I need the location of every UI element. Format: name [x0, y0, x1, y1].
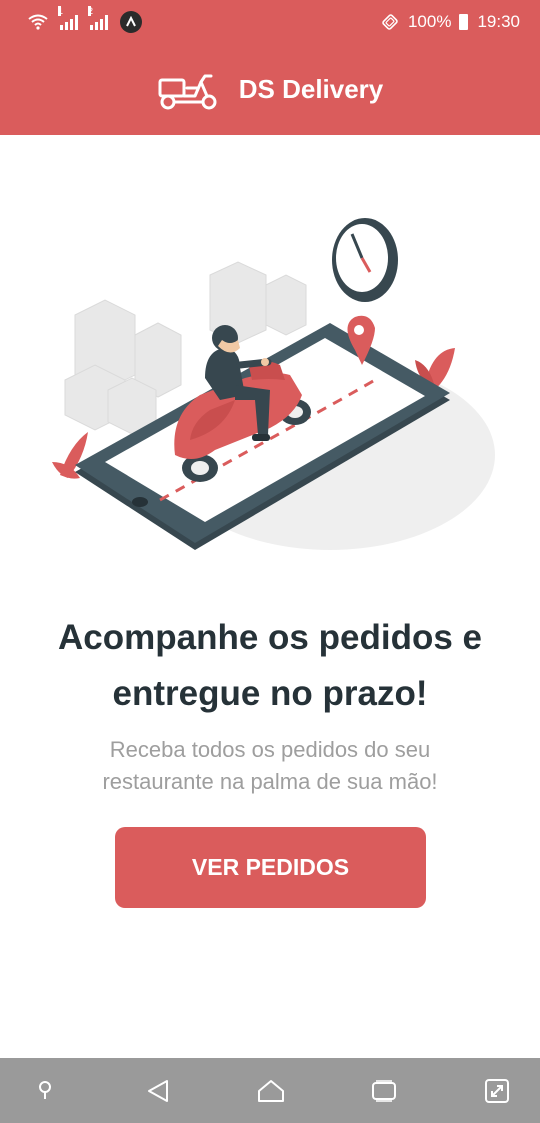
- assistant-icon[interactable]: [30, 1076, 60, 1106]
- vibrate-icon: [382, 14, 398, 30]
- home-icon[interactable]: [256, 1076, 286, 1106]
- scooter-icon: [158, 74, 217, 109]
- screenshot-icon[interactable]: [482, 1076, 512, 1106]
- app-notification-icon: [120, 11, 142, 33]
- headline: Acompanhe os pedidos e entregue no prazo…: [20, 610, 520, 722]
- sim-1-label: 1: [58, 6, 64, 16]
- system-nav-bar: [0, 1058, 540, 1123]
- delivery-illustration: [52, 218, 495, 550]
- subtext: Receba todos os pedidos do seu restauran…: [40, 734, 500, 798]
- sim-2-label: 2: [88, 6, 94, 16]
- battery-percent: 100%: [407, 12, 452, 31]
- app-title: DS Delivery: [238, 74, 384, 104]
- ver-pedidos-button[interactable]: VER PEDIDOS: [115, 827, 426, 908]
- signal-icon: 1: [58, 6, 78, 30]
- status-bar: 1 2 100% 19:30: [0, 0, 540, 44]
- wifi-icon: [28, 14, 48, 30]
- headline-line-2: entregue no prazo!: [112, 674, 428, 713]
- app-header: DS Delivery: [0, 44, 540, 135]
- headline-line-1: Acompanhe os pedidos e: [58, 618, 482, 657]
- subtext-line-2: restaurante na palma de sua mão!: [102, 769, 438, 794]
- subtext-line-1: Receba todos os pedidos do seu: [109, 737, 431, 762]
- status-left: 1 2: [28, 6, 142, 33]
- status-right: 100% 19:30: [380, 12, 520, 32]
- signal-icon: 2: [88, 6, 108, 30]
- battery-icon: [459, 14, 469, 30]
- recents-icon[interactable]: [369, 1076, 399, 1106]
- back-icon[interactable]: [143, 1076, 173, 1106]
- clock: 19:30: [477, 12, 520, 31]
